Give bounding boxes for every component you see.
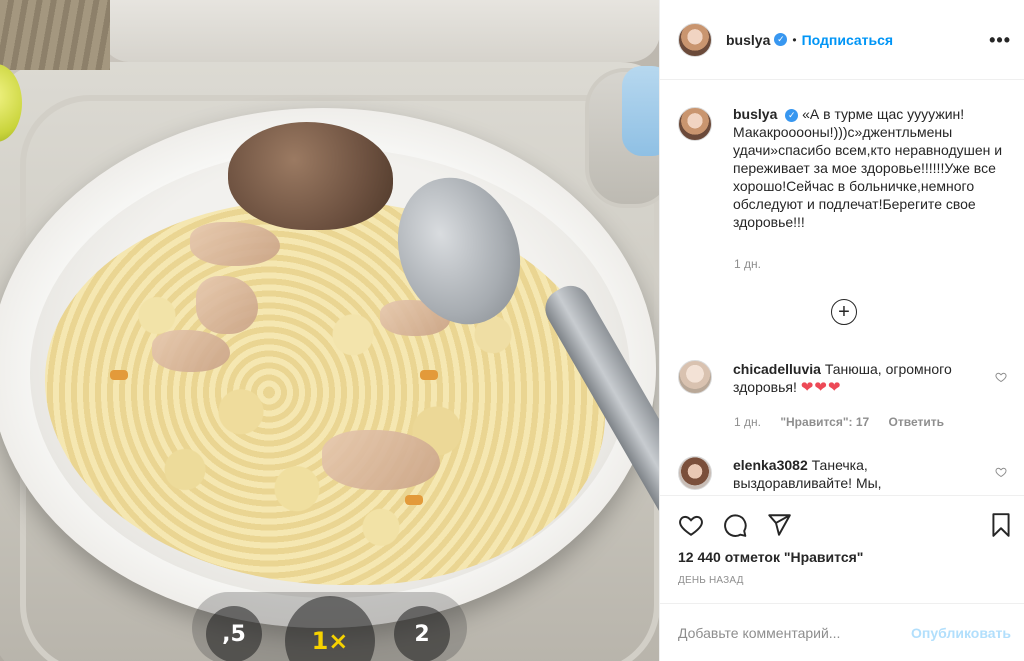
- carrot-piece: [420, 370, 438, 380]
- zoom-option-half: ,5: [206, 606, 262, 661]
- chicken-piece: [190, 222, 280, 266]
- avatar[interactable]: [678, 456, 712, 490]
- post-header: buslya ✓ • Подписаться •••: [660, 0, 1024, 80]
- comment-item: elenka3082 Танечка, выздоравливайте! Мы,: [678, 456, 1008, 492]
- plus-circle-icon[interactable]: +: [831, 299, 857, 325]
- publish-button[interactable]: Опубликовать: [911, 625, 1011, 641]
- caption-text: buslya ✓ «А в турме щас уууужин! Макакро…: [733, 105, 1003, 231]
- hearts-emoji: ❤❤❤: [800, 379, 842, 396]
- more-dots-icon[interactable]: •••: [989, 30, 1011, 51]
- post-sidebar: buslya ✓ • Подписаться ••• buslya ✓ «А в…: [659, 0, 1024, 661]
- comment-bubble-icon[interactable]: [722, 512, 748, 538]
- like-heart-icon[interactable]: [678, 512, 704, 538]
- comment-input[interactable]: [678, 625, 898, 641]
- carrot-piece: [110, 370, 128, 380]
- caption-time[interactable]: 1 дн.: [734, 257, 761, 271]
- comment-username[interactable]: elenka3082: [733, 457, 808, 473]
- share-send-icon[interactable]: [766, 512, 792, 538]
- comment-item: chicadelluvia Танюша, огромного здоровья…: [678, 360, 1008, 397]
- caption-body: «А в турме щас уууужин! Макакрооооны!)))…: [733, 106, 1003, 230]
- comment-time[interactable]: 1 дн.: [734, 415, 761, 429]
- comment-username[interactable]: chicadelluvia: [733, 361, 821, 377]
- blue-lid: [622, 66, 659, 156]
- comment-likes[interactable]: "Нравится": 17: [780, 415, 869, 429]
- verified-badge-icon: ✓: [774, 33, 788, 46]
- caption-username[interactable]: buslya: [733, 106, 777, 122]
- avatar[interactable]: [678, 360, 712, 394]
- comments-scroll[interactable]: buslya ✓ «А в турме щас уууужин! Макакро…: [660, 81, 1024, 495]
- separator-dot: •: [792, 32, 797, 47]
- reply-button[interactable]: Ответить: [889, 415, 944, 429]
- likes-count[interactable]: 12 440 отметок "Нравится": [678, 549, 863, 565]
- meatball: [228, 122, 393, 230]
- comment-like-heart-icon[interactable]: [995, 371, 1007, 383]
- comment-like-heart-icon[interactable]: [995, 466, 1007, 478]
- top-dish: [100, 0, 659, 62]
- avatar[interactable]: [678, 107, 712, 141]
- post-date[interactable]: ДЕНЬ НАЗАД: [678, 575, 744, 586]
- comment-text: chicadelluvia Танюша, огромного здоровья…: [733, 360, 983, 397]
- follow-button[interactable]: Подписаться: [802, 32, 894, 48]
- chicken-piece: [152, 330, 230, 372]
- towel: [0, 0, 110, 70]
- avatar[interactable]: [678, 22, 712, 57]
- header-username[interactable]: buslya: [726, 32, 770, 48]
- bookmark-icon[interactable]: [988, 512, 1014, 538]
- zoom-option-2x: 2: [394, 606, 450, 661]
- comment-meta: 1 дн. "Нравится": 17 Ответить: [734, 415, 944, 429]
- carrot-piece: [405, 495, 423, 505]
- verified-badge-icon: ✓: [785, 108, 799, 122]
- post-photo[interactable]: ,5 1× 2: [0, 0, 659, 661]
- add-comment-bar: Опубликовать: [660, 603, 1024, 661]
- caption: buslya ✓ «А в турме щас уууужин! Макакро…: [678, 105, 1008, 231]
- comment-text: elenka3082 Танечка, выздоравливайте! Мы,: [733, 456, 983, 492]
- post-actions: 12 440 отметок "Нравится" ДЕНЬ НАЗАД Опу…: [660, 495, 1024, 661]
